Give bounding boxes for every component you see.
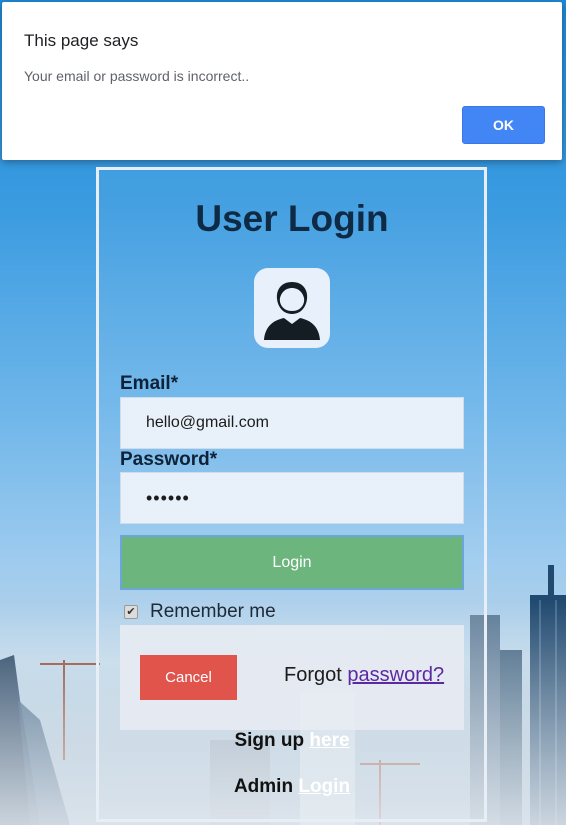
login-button[interactable]: Login	[120, 535, 464, 590]
remember-me: ✔ Remember me	[124, 601, 276, 623]
email-field[interactable]: hello@gmail.com	[120, 397, 464, 449]
user-avatar-icon	[254, 268, 330, 348]
admin-login-link[interactable]: Login	[298, 776, 350, 797]
signup-prefix: Sign up	[234, 730, 305, 751]
admin-line: Admin Login	[0, 776, 566, 798]
remember-checkbox[interactable]: ✔	[124, 605, 138, 619]
password-field[interactable]: ••••••	[120, 472, 464, 524]
email-label: Email*	[120, 373, 179, 394]
page-title: User Login	[195, 198, 389, 239]
signup-line: Sign up here	[0, 730, 566, 752]
admin-prefix: Admin	[233, 776, 294, 797]
forgot-prefix: Forgot	[284, 664, 342, 686]
alert-title: This page says	[24, 31, 139, 50]
cancel-button[interactable]: Cancel	[140, 655, 237, 700]
forgot-password-link[interactable]: password?	[347, 664, 444, 686]
ok-button[interactable]: OK	[462, 106, 545, 144]
alert-dialog: This page says Your email or password is…	[2, 2, 562, 160]
password-label: Password*	[120, 449, 218, 470]
forgot-password: Forgot password?	[284, 664, 444, 687]
signup-link[interactable]: here	[309, 730, 349, 751]
remember-label: Remember me	[150, 601, 276, 622]
alert-message: Your email or password is incorrect..	[24, 68, 250, 84]
